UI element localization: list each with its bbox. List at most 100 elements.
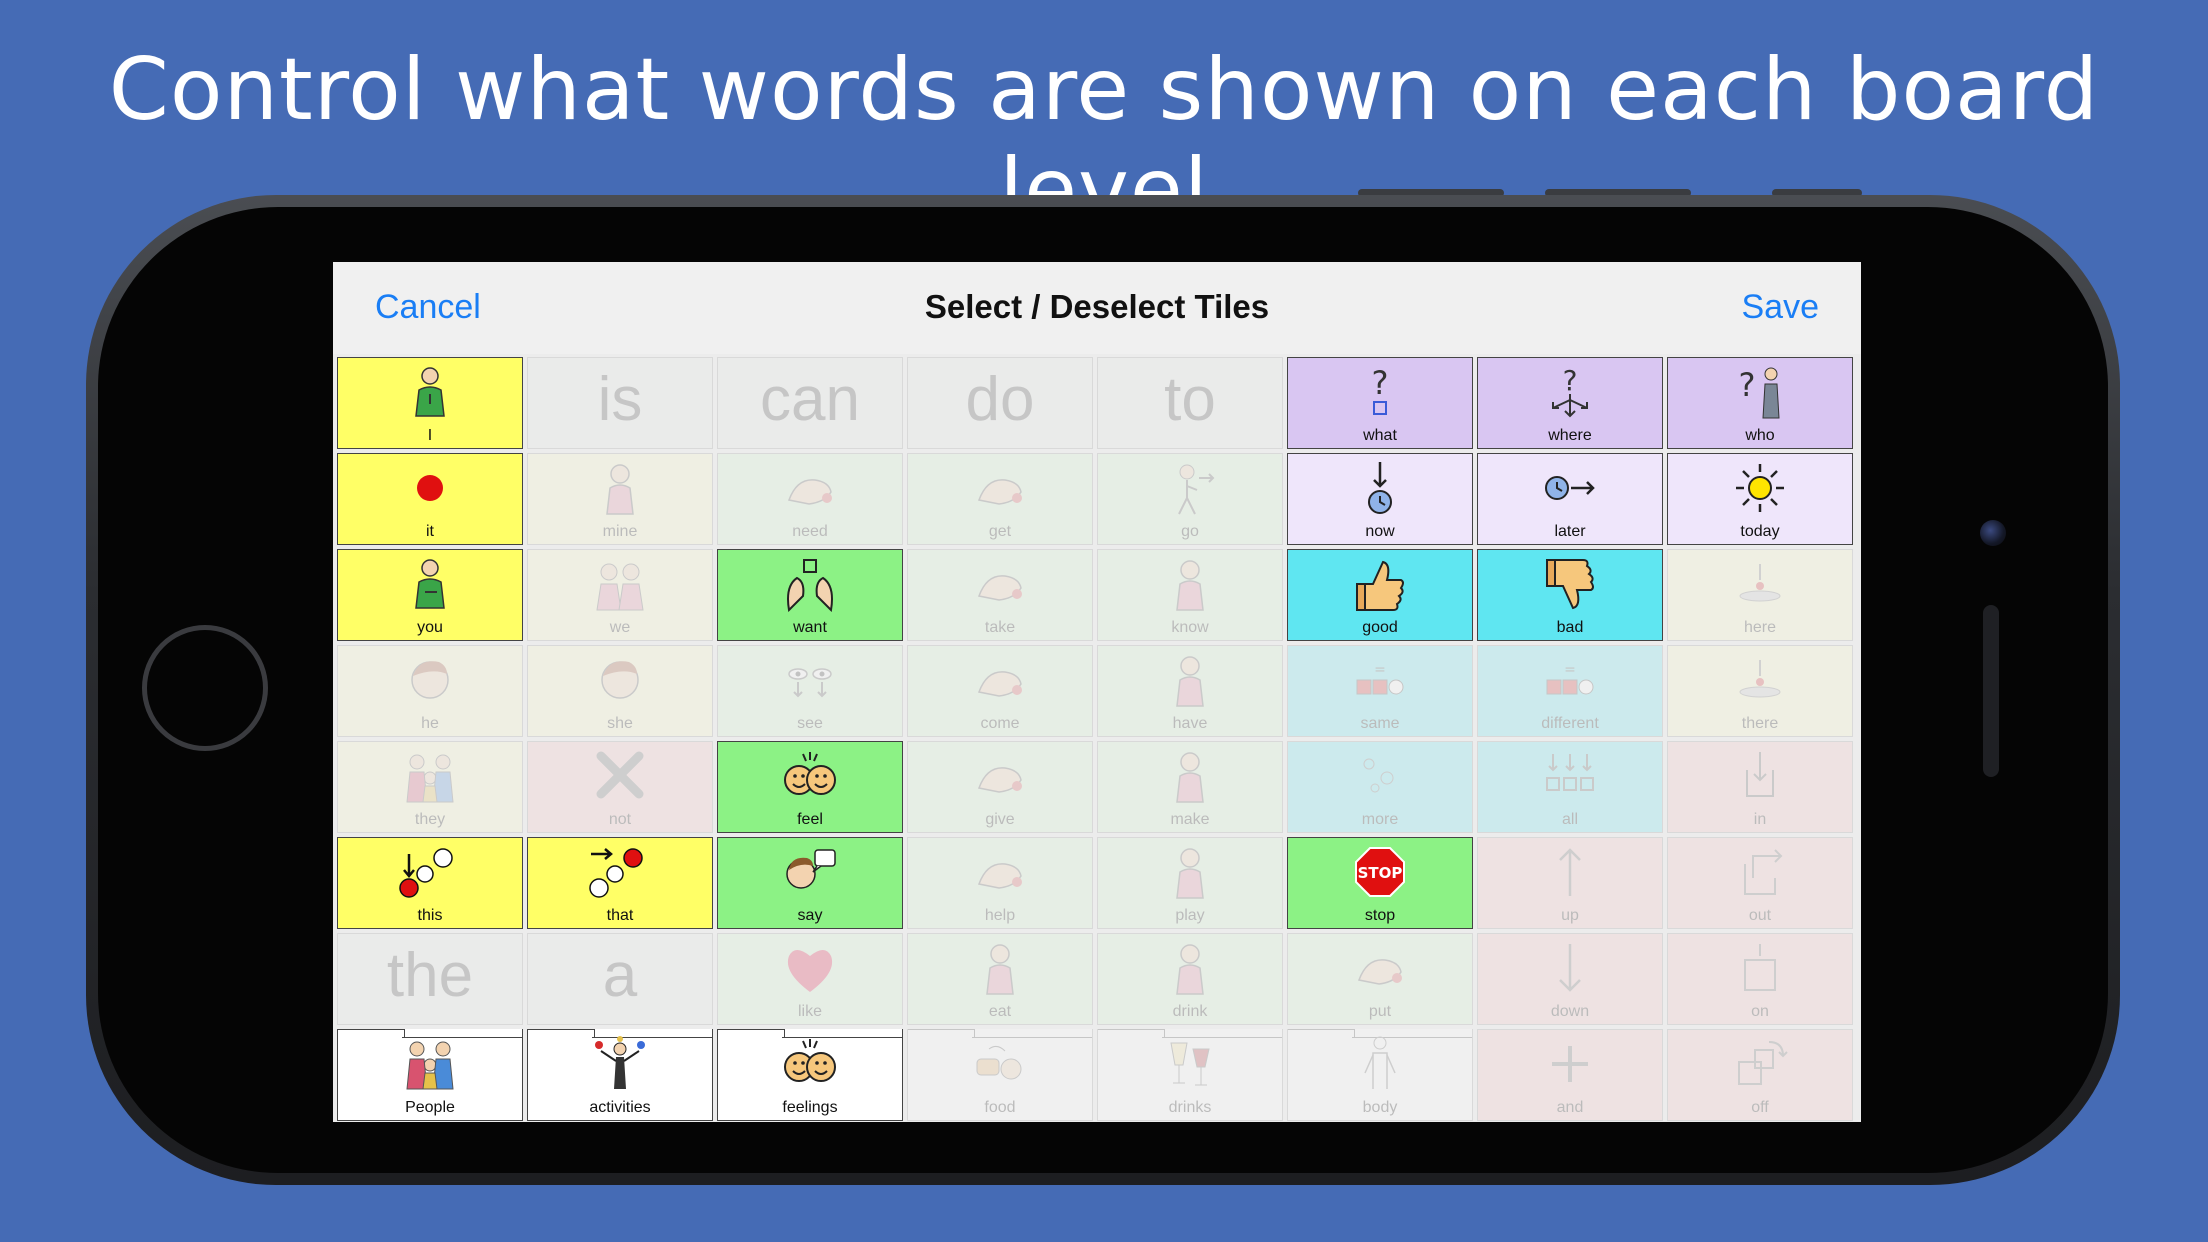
tile-label: drink (1172, 1003, 1208, 1020)
location-icon (1739, 660, 1781, 698)
tile-i[interactable]: I (337, 357, 523, 449)
tile-who[interactable]: ? who (1667, 357, 1853, 449)
tile-it[interactable]: it (337, 453, 523, 545)
tile-there[interactable]: there (1667, 645, 1853, 737)
tile-label: need (792, 523, 828, 540)
tile-you[interactable]: you (337, 549, 523, 641)
tile-food[interactable]: food (907, 1029, 1093, 1121)
tile-she[interactable]: she (527, 645, 713, 737)
tile-not[interactable]: not (527, 741, 713, 833)
tile-feel[interactable]: feel (717, 741, 903, 833)
tile-up[interactable]: up (1477, 837, 1663, 929)
tile-label: today (1740, 523, 1780, 540)
tile-on[interactable]: on (1667, 933, 1853, 1025)
svg-text:=: = (1374, 662, 1386, 678)
tile-label: feel (797, 811, 823, 828)
page-title: Select / Deselect Tiles (924, 288, 1270, 325)
tile-do[interactable]: do (907, 357, 1093, 449)
save-button[interactable]: Save (1742, 288, 1820, 327)
body-icon (1364, 1036, 1396, 1089)
tile-label: food (984, 1099, 1016, 1116)
tile-label: what (1363, 427, 1397, 444)
tile-people[interactable]: People (337, 1029, 523, 1121)
tile-good[interactable]: good (1287, 549, 1473, 641)
tile-that[interactable]: that (527, 837, 713, 929)
tile-out[interactable]: out (1667, 837, 1853, 929)
tile-need[interactable]: need (717, 453, 903, 545)
tile-is[interactable]: is (527, 357, 713, 449)
tile-to[interactable]: to (1097, 357, 1283, 449)
tile-label: all (1561, 811, 1578, 828)
tile-drink[interactable]: drink (1097, 933, 1283, 1025)
face-icon (601, 661, 639, 699)
tile-take[interactable]: take (907, 549, 1093, 641)
tile-label: up (1561, 907, 1579, 924)
tile-we[interactable]: we (527, 549, 713, 641)
tile-label: come (980, 715, 1020, 732)
tile-mine[interactable]: mine (527, 453, 713, 545)
tile-get[interactable]: get (907, 453, 1093, 545)
tile-this[interactable]: this (337, 837, 523, 929)
tile-label: stop (1364, 907, 1396, 924)
tile-in[interactable]: in (1667, 741, 1853, 833)
tile-say[interactable]: say (717, 837, 903, 929)
tile-now[interactable]: now (1287, 453, 1473, 545)
tile-the[interactable]: the (337, 933, 523, 1025)
tile-play[interactable]: play (1097, 837, 1283, 929)
tile-later[interactable]: later (1477, 453, 1663, 545)
tile-label: not (608, 811, 632, 828)
cross-icon (596, 751, 644, 799)
tile-and[interactable]: and (1477, 1029, 1663, 1121)
home-button[interactable] (142, 625, 268, 751)
tile-here[interactable]: here (1667, 549, 1853, 641)
shapes-icon: = (1356, 662, 1404, 695)
tile-give[interactable]: give (907, 741, 1093, 833)
tile-label: get (988, 523, 1012, 540)
tile-activities[interactable]: activities (527, 1029, 713, 1121)
tile-go[interactable]: go (1097, 453, 1283, 545)
tile-want[interactable]: want (717, 549, 903, 641)
tile-today[interactable]: today (1667, 453, 1853, 545)
tile-he[interactable]: he (337, 645, 523, 737)
tile-like[interactable]: like (717, 933, 903, 1025)
tile-have[interactable]: have (1097, 645, 1283, 737)
tile-label: put (1368, 1003, 1392, 1020)
tile-see[interactable]: see (717, 645, 903, 737)
tile-know[interactable]: know (1097, 549, 1283, 641)
arrow-into-box-icon (1746, 752, 1774, 797)
tile-put[interactable]: put (1287, 933, 1473, 1025)
tile-a[interactable]: a (527, 933, 713, 1025)
clock-arrow-down-icon (1368, 462, 1392, 514)
thumbs-up-icon (1356, 560, 1404, 611)
tile-label: in (1753, 811, 1767, 828)
tile-make[interactable]: make (1097, 741, 1283, 833)
tile-grid: Iis can do to? what? where? who it mine need get go… (337, 357, 1859, 1121)
tile-can[interactable]: can (717, 357, 903, 449)
hand-icon (977, 479, 1022, 505)
hand-icon (977, 863, 1022, 889)
question-person-icon: ? (1739, 366, 1780, 419)
tile-same[interactable]: = same (1287, 645, 1473, 737)
tile-bad[interactable]: bad (1477, 549, 1663, 641)
tile-more[interactable]: more (1287, 741, 1473, 833)
tile-they[interactable]: they (337, 741, 523, 833)
that-dots-icon (589, 848, 643, 898)
tile-where[interactable]: ? where (1477, 357, 1663, 449)
tile-stop[interactable]: STOP stop (1287, 837, 1473, 929)
tile-help[interactable]: help (907, 837, 1093, 929)
tile-different[interactable]: = different (1477, 645, 1663, 737)
tile-what[interactable]: ? what (1287, 357, 1473, 449)
tile-body[interactable]: body (1287, 1029, 1473, 1121)
tile-off[interactable]: off (1667, 1029, 1853, 1121)
tile-drinks[interactable]: drinks (1097, 1029, 1283, 1121)
tile-come[interactable]: come (907, 645, 1093, 737)
plus-icon (1552, 1046, 1588, 1082)
stop-sign-icon: STOP (1355, 847, 1405, 897)
tile-all[interactable]: all (1477, 741, 1663, 833)
tile-down[interactable]: down (1477, 933, 1663, 1025)
tile-word: can (760, 365, 860, 434)
tile-eat[interactable]: eat (907, 933, 1093, 1025)
tile-feelings[interactable]: feelings (717, 1029, 903, 1121)
dots-icon (1363, 758, 1394, 793)
two-people-icon (596, 563, 644, 611)
